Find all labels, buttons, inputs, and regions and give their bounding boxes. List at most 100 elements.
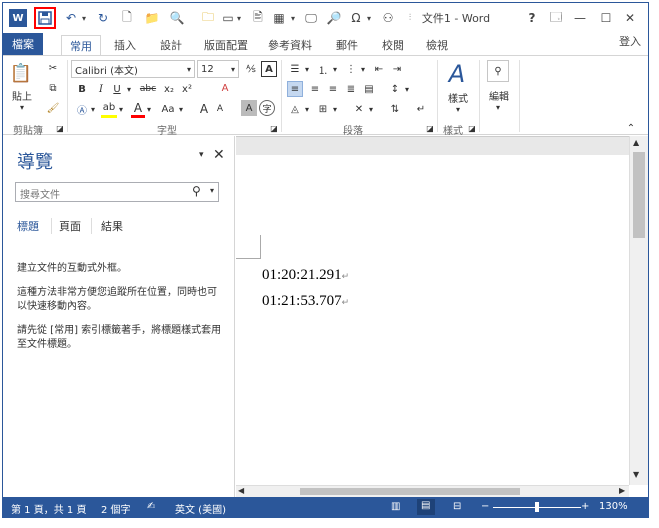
folder-button[interactable]: 🗀 — [195, 9, 221, 27]
doc-line-1[interactable]: 01:20:21.291↵ — [262, 267, 349, 284]
strikethrough-button[interactable]: abc — [137, 81, 159, 97]
character-shading-button[interactable]: A — [241, 100, 257, 116]
table-dropdown[interactable]: ▾ — [289, 9, 297, 27]
maximize-button[interactable]: ☐ — [599, 9, 613, 27]
scroll-down-icon[interactable]: ▼ — [633, 470, 639, 479]
open-button[interactable]: 📁 — [143, 9, 161, 27]
symbol-dropdown[interactable]: ▾ — [365, 9, 373, 27]
tab-home[interactable]: 常用 — [61, 35, 101, 56]
nav-tab-pages[interactable]: 頁面 — [59, 218, 81, 234]
highlight-button[interactable]: ab — [101, 100, 117, 118]
text-effects-dropdown[interactable]: ▾ — [89, 100, 97, 118]
new-document-button[interactable]: 🗋 — [119, 9, 135, 27]
tab-design[interactable]: 設計 — [155, 35, 187, 55]
paragraph-launcher[interactable]: ◪ — [425, 122, 435, 134]
status-words[interactable]: 2 個字 — [101, 501, 131, 516]
paste-dropdown[interactable]: ▾ — [17, 102, 27, 112]
shading-dropdown[interactable]: ▾ — [303, 101, 311, 117]
vertical-scroll-thumb[interactable] — [633, 152, 645, 238]
change-case-button[interactable]: ⅍ — [243, 61, 259, 77]
enclose-character-button[interactable]: 字 — [259, 100, 275, 116]
insert-picture-button[interactable]: 🖹 — [249, 9, 267, 27]
form-dropdown[interactable]: ▾ — [235, 9, 243, 27]
read-mode-button[interactable]: ▥ — [391, 501, 400, 512]
customize-toolbar-button[interactable]: ⫶ — [405, 9, 415, 27]
find-button[interactable]: 🔎 — [325, 9, 343, 27]
document-area[interactable]: 01:20:21.291↵ 01:21:53.707↵ — [236, 136, 629, 485]
numbering-button[interactable]: ⒈ — [315, 61, 331, 77]
bullets-dropdown[interactable]: ▾ — [303, 61, 311, 77]
bold-button[interactable]: B — [75, 81, 89, 97]
copy-button[interactable]: ⧉ — [45, 80, 61, 96]
highlight-dropdown[interactable]: ▾ — [117, 100, 125, 118]
tab-review[interactable]: 校閱 — [377, 35, 409, 55]
save-button[interactable] — [34, 7, 56, 29]
decrease-indent-button[interactable]: ⇤ — [371, 61, 387, 77]
nav-tab-headings[interactable]: 標題 — [17, 218, 39, 234]
styles-launcher[interactable]: ◪ — [467, 122, 477, 134]
distributed-button[interactable]: ▤ — [361, 81, 377, 97]
font-color-button[interactable]: A — [131, 100, 145, 118]
font-launcher[interactable]: ◪ — [269, 122, 279, 134]
proofing-icon[interactable]: ✍ — [147, 501, 155, 512]
borders-button[interactable]: ⊞ — [315, 101, 331, 117]
font-size-select[interactable]: 12 ▾ — [197, 60, 239, 78]
horizontal-scrollbar[interactable]: ◀ ▶ — [236, 485, 629, 497]
collapse-ribbon-button[interactable]: ⌃ — [625, 122, 637, 134]
tab-layout[interactable]: 版面配置 — [201, 35, 251, 55]
tab-references[interactable]: 參考資料 — [265, 35, 315, 55]
table-button[interactable]: ▦ — [269, 9, 289, 27]
web-layout-button[interactable]: ⊟ — [453, 501, 461, 512]
clipboard-launcher[interactable]: ◪ — [55, 122, 65, 134]
italic-button[interactable]: I — [95, 81, 107, 97]
bullets-button[interactable]: ☰ — [287, 61, 303, 77]
vertical-scrollbar[interactable]: ▲ ▼ — [629, 136, 648, 485]
zoom-level[interactable]: 130% — [599, 501, 628, 512]
styles-dropdown[interactable]: ▾ — [453, 104, 463, 114]
share-button[interactable]: ⚇ — [379, 9, 397, 27]
doc-line-2[interactable]: 01:21:53.707↵ — [262, 293, 349, 310]
nav-options-button[interactable]: ▾ — [199, 150, 204, 160]
redo-button[interactable]: ↻ — [95, 9, 111, 27]
change-case-button-2[interactable]: Aa — [159, 100, 177, 118]
print-preview-button[interactable]: 🔍 — [169, 9, 185, 27]
character-border-button[interactable]: A — [261, 61, 277, 77]
form-button[interactable]: ▭ — [221, 9, 235, 27]
styles-button[interactable]: 樣式 — [441, 90, 475, 105]
minimize-button[interactable]: — — [573, 9, 587, 27]
grow-font-button[interactable]: A — [197, 100, 211, 118]
font-name-select[interactable]: Calibri (本文) ▾ — [71, 60, 195, 78]
undo-dropdown[interactable]: ▾ — [79, 9, 89, 27]
status-language[interactable]: 英文 (美國) — [175, 501, 226, 516]
tab-insert[interactable]: 插入 — [109, 35, 141, 55]
underline-dropdown[interactable]: ▾ — [125, 81, 133, 97]
tab-mailings[interactable]: 郵件 — [331, 35, 363, 55]
shading-button[interactable]: ◬ — [287, 101, 303, 117]
line-spacing-dropdown[interactable]: ▾ — [403, 81, 411, 97]
paste-button[interactable]: 貼上 — [9, 88, 35, 103]
underline-button[interactable]: U — [111, 81, 123, 97]
scroll-left-icon[interactable]: ◀ — [238, 486, 244, 495]
tab-view[interactable]: 檢視 — [421, 35, 453, 55]
cut-button[interactable]: ✂ — [45, 60, 61, 76]
align-left-button[interactable]: ≡ — [287, 81, 303, 97]
increase-indent-button[interactable]: ⇥ — [389, 61, 405, 77]
nav-close-button[interactable]: ✕ — [213, 147, 225, 163]
horizontal-scroll-thumb[interactable] — [300, 488, 520, 495]
font-color-dropdown[interactable]: ▾ — [145, 100, 153, 118]
search-input[interactable]: 搜尋文件 ⚲ ▾ — [15, 182, 219, 202]
multilevel-list-button[interactable]: ⋮ — [343, 61, 359, 77]
tab-file[interactable]: 檔案 — [3, 33, 43, 55]
editing-button[interactable]: 編輯 — [483, 88, 515, 103]
editing-dropdown[interactable]: ▾ — [493, 102, 503, 112]
signin-link[interactable]: 登入 — [615, 31, 645, 51]
symbol-button[interactable]: Ω — [347, 9, 365, 27]
multilevel-dropdown[interactable]: ▾ — [359, 61, 367, 77]
zoom-in-button[interactable]: + — [581, 501, 589, 512]
print-layout-button[interactable]: ▤ — [417, 499, 435, 515]
line-spacing-button[interactable]: ↕ — [387, 81, 403, 97]
chinese-layout-button[interactable]: ✕ — [351, 101, 367, 117]
nav-tab-results[interactable]: 結果 — [101, 218, 123, 234]
text-effects-button[interactable]: Ⓐ — [75, 100, 89, 118]
zoom-slider-thumb[interactable] — [535, 502, 539, 512]
